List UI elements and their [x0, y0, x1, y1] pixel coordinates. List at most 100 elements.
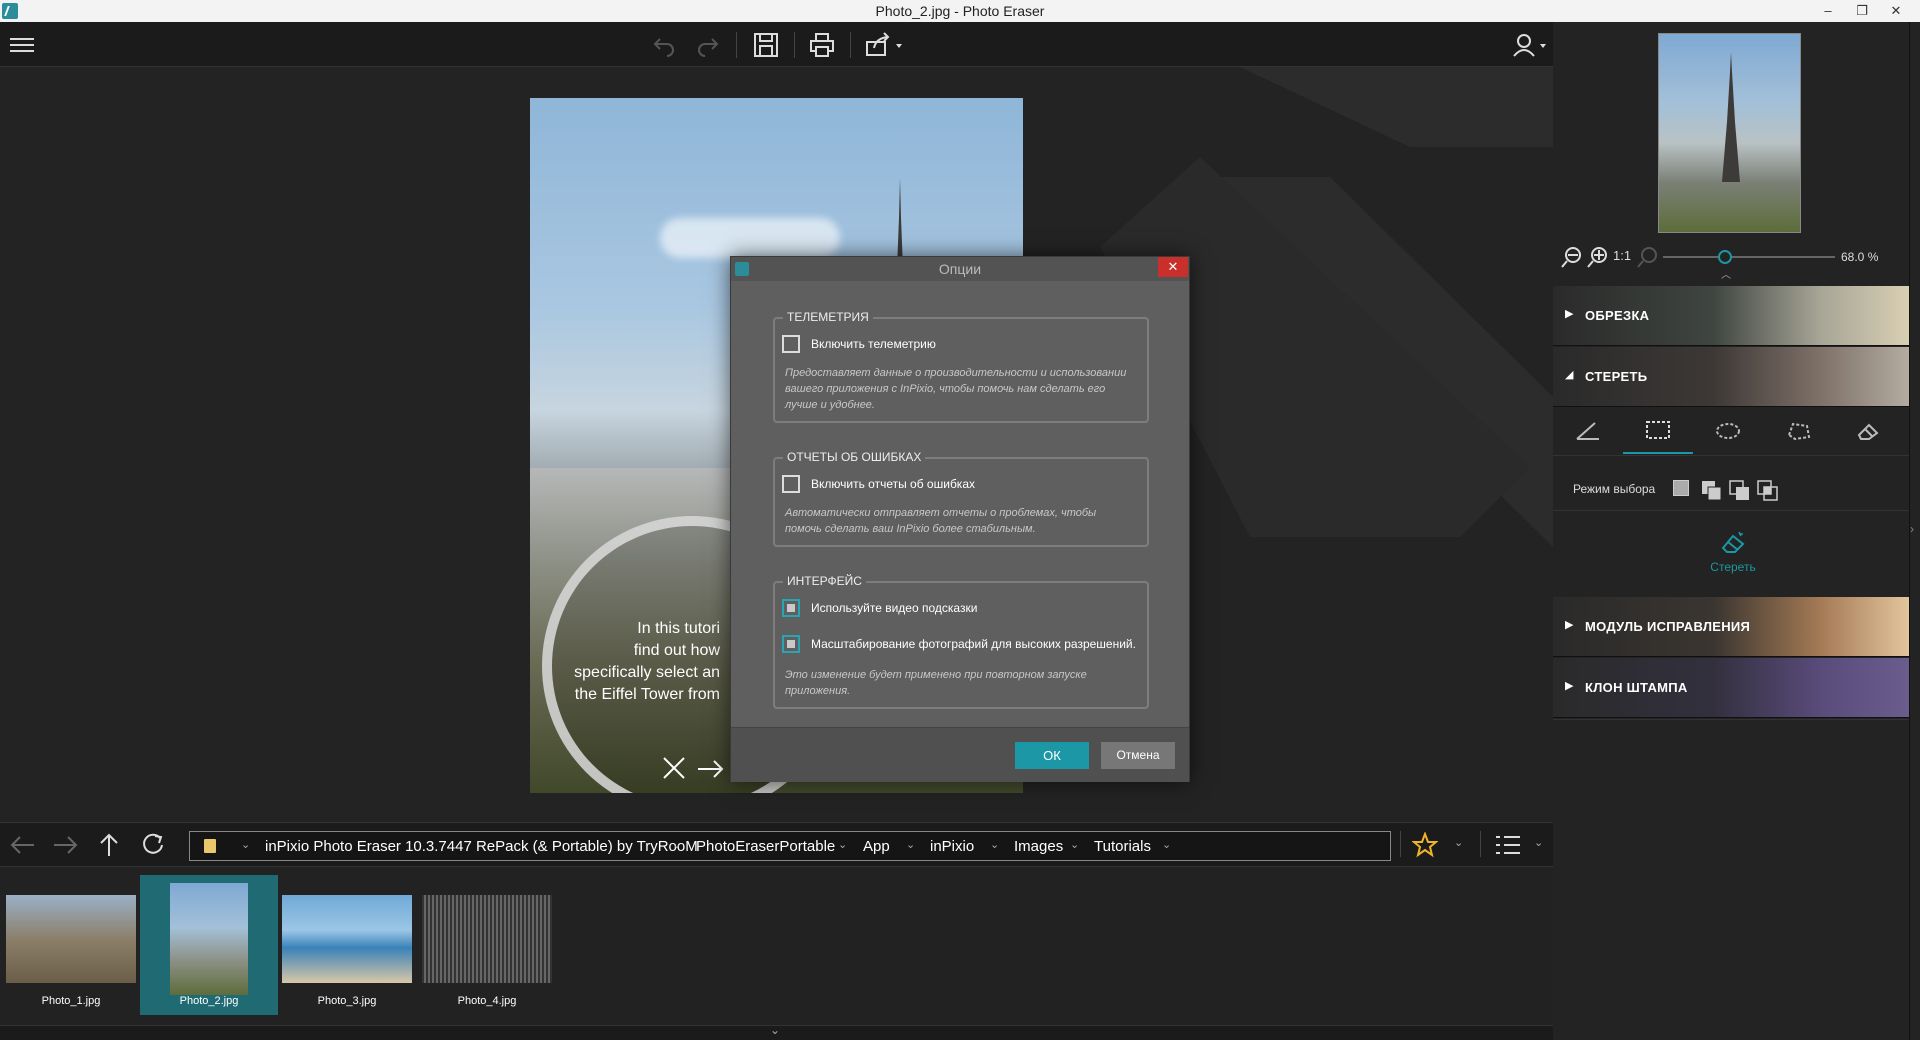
expand-caret-icon[interactable]: ▶	[1565, 307, 1573, 320]
minimize-button[interactable]: –	[1811, 0, 1845, 22]
maximize-button[interactable]: ❐	[1845, 0, 1879, 22]
video-hints-checkbox[interactable]	[782, 599, 800, 617]
eraser-tool-icon[interactable]	[1833, 408, 1903, 454]
dialog-title-bar[interactable]: Опции	[731, 257, 1189, 281]
collapse-caret-icon[interactable]: ◢	[1565, 368, 1573, 381]
navigator-preview[interactable]	[1658, 33, 1801, 233]
chevron-down-icon[interactable]: ⌄	[770, 1023, 780, 1037]
tutorial-next-arrow-icon[interactable]	[696, 758, 726, 780]
dialog-app-icon	[735, 262, 749, 276]
hires-scaling-checkbox[interactable]	[782, 635, 800, 653]
folder-icon[interactable]	[204, 839, 216, 853]
erase-action-icon[interactable]	[1719, 530, 1747, 556]
print-icon[interactable]	[806, 30, 838, 60]
telemetry-checkbox[interactable]	[782, 335, 800, 353]
thumbnail-image[interactable]	[422, 895, 552, 983]
thumbnail-name: Photo_4.jpg	[457, 995, 517, 1007]
dialog-close-button[interactable]: ✕	[1158, 257, 1188, 277]
zoom-value: 68.0 %	[1841, 250, 1879, 264]
user-icon[interactable]	[1510, 30, 1550, 60]
chevron-down-icon[interactable]: ⌄	[1162, 838, 1171, 851]
clone-stamp-section-header[interactable]: ▶ КЛОН ШТАМПА	[1553, 658, 1909, 718]
forward-arrow-icon[interactable]	[52, 833, 80, 857]
crop-section-header[interactable]: ▶ ОБРЕЗКА	[1553, 286, 1909, 346]
zoom-slider-thumb[interactable]	[1717, 250, 1732, 264]
mode-intersect-selection-icon[interactable]	[1757, 480, 1779, 507]
tutorial-close-icon[interactable]	[660, 754, 688, 782]
collapse-chevron-icon[interactable]: ︿	[1721, 266, 1731, 281]
right-panel: 1:1 68.0 % ︿ ▶ ОБРЕЗКА ◢ СТЕРЕТЬ Режим в…	[1553, 22, 1920, 1040]
polygon-lasso-tool-icon[interactable]	[1763, 408, 1833, 454]
fix-module-section-header[interactable]: ▶ МОДУЛЬ ИСПРАВЛЕНИЯ	[1553, 597, 1909, 657]
video-hints-label[interactable]: Используйте видео подсказки	[811, 601, 977, 615]
zoom-out-icon[interactable]	[1561, 246, 1583, 268]
ok-button[interactable]: ОК	[1015, 742, 1089, 769]
share-icon[interactable]	[862, 30, 906, 60]
save-icon[interactable]	[750, 30, 782, 60]
hires-scaling-label[interactable]: Масштабирование фотографий для высоких р…	[811, 637, 1136, 651]
brush-tool-icon[interactable]	[1553, 408, 1623, 454]
lasso-tool-icon[interactable]	[1693, 408, 1763, 454]
clone-stamp-section-label[interactable]: КЛОН ШТАМПА	[1585, 680, 1688, 695]
expand-caret-icon[interactable]: ▶	[1565, 679, 1573, 692]
thumbnail-item[interactable]: Photo_3.jpg	[278, 875, 416, 1015]
undo-icon[interactable]	[648, 30, 680, 60]
mode-new-selection-icon[interactable]	[1673, 480, 1689, 496]
breadcrumb-item[interactable]: Images	[1014, 838, 1063, 855]
breadcrumb-item[interactable]: App	[863, 838, 890, 855]
interface-group: ИНТЕРФЕЙС Используйте видео подсказки Ма…	[773, 574, 1149, 709]
chevron-down-icon[interactable]: ⌄	[838, 838, 847, 851]
preview-tower-shape	[1722, 52, 1740, 182]
back-arrow-icon[interactable]	[8, 833, 36, 857]
refresh-icon[interactable]	[140, 832, 166, 858]
breadcrumb-item[interactable]: PhotoEraserPortable	[696, 838, 835, 855]
menu-icon[interactable]	[6, 30, 38, 60]
thumbnail-image[interactable]	[170, 883, 248, 995]
chevron-down-icon[interactable]: ⌄	[241, 838, 250, 851]
actual-size-icon[interactable]: 1:1	[1613, 248, 1631, 263]
close-window-button[interactable]: ✕	[1879, 0, 1913, 22]
chevron-down-icon[interactable]: ⌄	[672, 838, 681, 851]
chevron-down-icon[interactable]: ⌄	[1534, 836, 1543, 849]
zoom-slider-track[interactable]	[1663, 256, 1835, 258]
erase-section-header[interactable]: ◢ СТЕРЕТЬ	[1553, 347, 1909, 407]
thumbnail-item-selected[interactable]: Photo_2.jpg	[140, 875, 278, 1015]
breadcrumb[interactable]: ⌄ inPixio Photo Eraser 10.3.7447 RePack …	[189, 831, 1391, 861]
view-options-icon[interactable]	[1494, 833, 1522, 857]
rectangle-select-tool-icon[interactable]	[1623, 408, 1693, 454]
zoom-in-icon[interactable]	[1587, 246, 1609, 268]
fit-to-screen-icon[interactable]	[1637, 246, 1659, 268]
mode-subtract-selection-icon[interactable]	[1729, 480, 1751, 507]
up-arrow-icon[interactable]	[96, 832, 122, 858]
chevron-down-icon[interactable]: ⌄	[906, 838, 915, 851]
erase-section-label[interactable]: СТЕРЕТЬ	[1585, 369, 1647, 384]
chevron-down-icon[interactable]: ⌄	[990, 838, 999, 851]
options-dialog: Опции ✕ ТЕЛЕМЕТРИЯ Включить телеметрию П…	[730, 256, 1190, 782]
chevron-down-icon[interactable]: ⌄	[1070, 838, 1079, 851]
error-reports-description: Автоматически отправляет отчеты о пробле…	[785, 507, 1097, 535]
expand-caret-icon[interactable]: ▶	[1565, 618, 1573, 631]
breadcrumb-item[interactable]: Tutorials	[1094, 838, 1151, 855]
thumbnail-image[interactable]	[282, 895, 412, 983]
cancel-button[interactable]: Отмена	[1101, 742, 1175, 769]
app-logo-icon	[2, 3, 18, 19]
erase-action-button[interactable]: Стереть	[1703, 560, 1763, 574]
crop-section-label[interactable]: ОБРЕЗКА	[1585, 308, 1649, 323]
error-reports-label[interactable]: Включить отчеты об ошибках	[811, 477, 975, 491]
breadcrumb-item[interactable]: inPixio Photo Eraser 10.3.7447 RePack (&…	[265, 838, 698, 855]
favorites-star-icon[interactable]	[1412, 832, 1438, 858]
mode-add-selection-icon[interactable]	[1701, 480, 1723, 507]
thumbnail-item[interactable]: Photo_1.jpg	[2, 875, 140, 1015]
fix-module-section-label[interactable]: МОДУЛЬ ИСПРАВЛЕНИЯ	[1585, 619, 1750, 634]
redo-icon[interactable]	[692, 30, 724, 60]
breadcrumb-item[interactable]: inPixio	[930, 838, 974, 855]
thumbnail-image[interactable]	[6, 895, 136, 983]
chevron-down-icon[interactable]: ⌄	[1454, 836, 1463, 849]
main-toolbar	[0, 22, 1553, 67]
telemetry-label[interactable]: Включить телеметрию	[811, 337, 936, 351]
error-reports-checkbox[interactable]	[782, 475, 800, 493]
thumbnail-item[interactable]: Photo_4.jpg	[418, 875, 556, 1015]
bottom-expand-strip[interactable]: ⌄	[0, 1023, 1553, 1040]
panel-collapse-arrow-icon[interactable]: ›	[1910, 522, 1914, 536]
zoom-controls: 1:1 68.0 % ︿	[1553, 242, 1920, 281]
